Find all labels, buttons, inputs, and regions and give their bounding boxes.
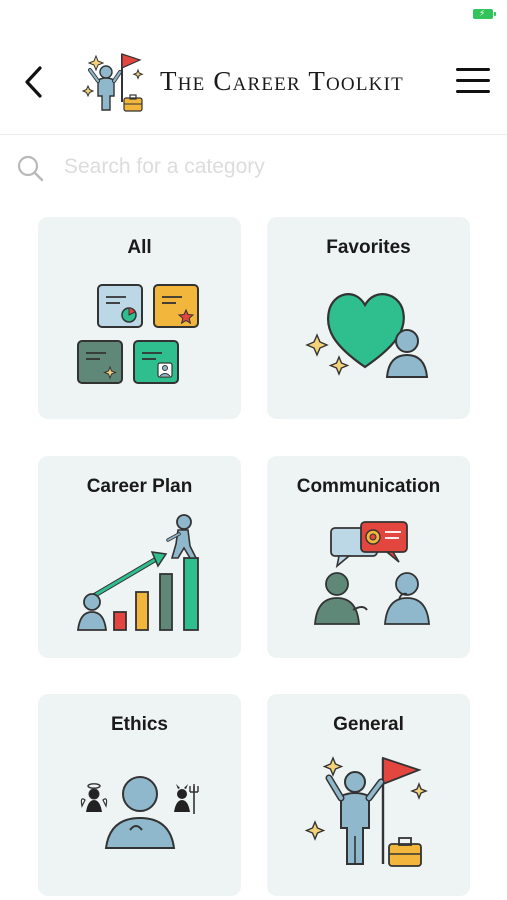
app-header: The Career Toolkit xyxy=(0,44,507,120)
search-icon xyxy=(17,155,44,182)
category-label: Career Plan xyxy=(86,476,193,497)
menu-line xyxy=(456,79,490,82)
menu-button[interactable] xyxy=(456,68,490,96)
category-label: Ethics xyxy=(110,714,169,735)
conversation-icon xyxy=(314,521,430,625)
category-card-communication[interactable]: Communication xyxy=(267,456,470,658)
career-toolkit-logo xyxy=(81,53,144,112)
heart-person-icon xyxy=(305,293,429,378)
chevron-left-icon xyxy=(25,66,42,98)
category-card-ethics[interactable]: Ethics xyxy=(38,694,241,896)
achievement-flag-icon xyxy=(304,756,428,867)
status-bar: ⚡ xyxy=(0,0,507,28)
category-label: Favorites xyxy=(326,237,411,258)
header-divider xyxy=(0,134,507,135)
menu-line xyxy=(456,68,490,71)
back-button[interactable] xyxy=(18,62,52,102)
search-bar xyxy=(0,146,507,186)
growth-chart-icon xyxy=(76,514,199,631)
app-title: The Career Toolkit xyxy=(160,66,404,96)
angel-devil-icon xyxy=(80,776,199,849)
category-label: All xyxy=(127,237,152,258)
category-card-career-plan[interactable]: Career Plan xyxy=(38,456,241,658)
battery-icon: ⚡ xyxy=(473,9,496,19)
category-label: General xyxy=(333,714,404,735)
search-input[interactable] xyxy=(64,150,484,184)
category-card-general[interactable]: General xyxy=(267,694,470,896)
category-card-all[interactable]: All xyxy=(38,217,241,419)
category-card-favorites[interactable]: Favorites xyxy=(267,217,470,419)
category-label: Communication xyxy=(296,476,441,497)
documents-icon xyxy=(77,284,199,384)
menu-line xyxy=(456,90,490,93)
